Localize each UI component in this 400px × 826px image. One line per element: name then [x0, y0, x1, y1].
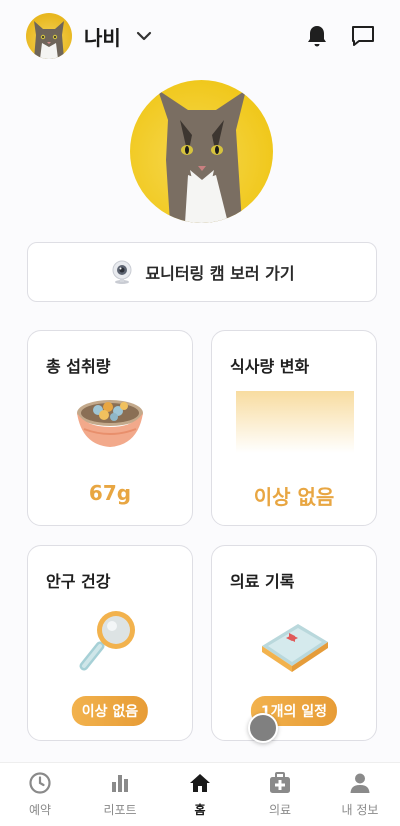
food-bowl-icon — [77, 400, 143, 447]
intake-value: 67g — [88, 481, 132, 505]
card-title: 안구 건강 — [46, 572, 111, 591]
nav-item-home[interactable]: 홈 — [160, 763, 240, 826]
chevron-down-icon[interactable] — [135, 27, 153, 45]
meal-change-value: 이상 없음 — [253, 485, 335, 509]
nav-item-my-info[interactable]: 내 정보 — [320, 763, 400, 826]
card-title: 의료 기록 — [230, 572, 295, 591]
medical-record-card[interactable]: 의료 기록 1개의 일정 — [211, 545, 377, 741]
top-header: 나비 — [0, 0, 400, 72]
nav-label: 홈 — [194, 803, 206, 817]
card-title: 식사량 변화 — [230, 357, 310, 376]
camera-icon — [112, 260, 132, 284]
monitoring-cam-button[interactable]: 묘니터링 캠 보러 가기 — [27, 242, 377, 302]
bottom-navigation: 예약 리포트 홈 의료 내 정보 — [0, 762, 400, 826]
pet-name[interactable]: 나비 — [84, 22, 121, 51]
total-intake-card[interactable]: 총 섭취량 67g — [27, 330, 193, 526]
nav-item-reservation[interactable]: 예약 — [0, 763, 80, 826]
home-icon — [190, 774, 210, 792]
meal-change-card[interactable]: 식사량 변화 이상 없음 — [211, 330, 377, 526]
eye-health-card[interactable]: 안구 건강 이상 없음 — [27, 545, 193, 741]
card-title: 총 섭취량 — [46, 357, 111, 376]
bar-chart-icon — [112, 775, 128, 792]
magnifier-icon — [79, 611, 135, 671]
eye-health-badge: 이상 없음 — [71, 696, 149, 726]
floating-action-button[interactable] — [248, 713, 278, 743]
monitoring-cam-label: 묘니터링 캠 보러 가기 — [145, 264, 295, 283]
nav-item-report[interactable]: 리포트 — [80, 763, 160, 826]
medical-kit-icon — [262, 624, 328, 672]
nav-item-medical[interactable]: 의료 — [240, 763, 320, 826]
pet-profile-photo — [130, 80, 273, 223]
medical-kit-icon — [270, 772, 290, 793]
nav-label: 내 정보 — [341, 803, 379, 817]
nav-label: 리포트 — [103, 803, 137, 817]
chat-icon[interactable] — [350, 23, 376, 49]
nav-label: 예약 — [28, 803, 52, 817]
bell-icon[interactable] — [304, 23, 330, 49]
nav-label: 의료 — [268, 803, 292, 817]
person-icon — [350, 773, 370, 793]
meal-change-graphic — [236, 391, 354, 453]
clock-icon — [29, 772, 51, 794]
pet-avatar[interactable] — [26, 13, 72, 59]
